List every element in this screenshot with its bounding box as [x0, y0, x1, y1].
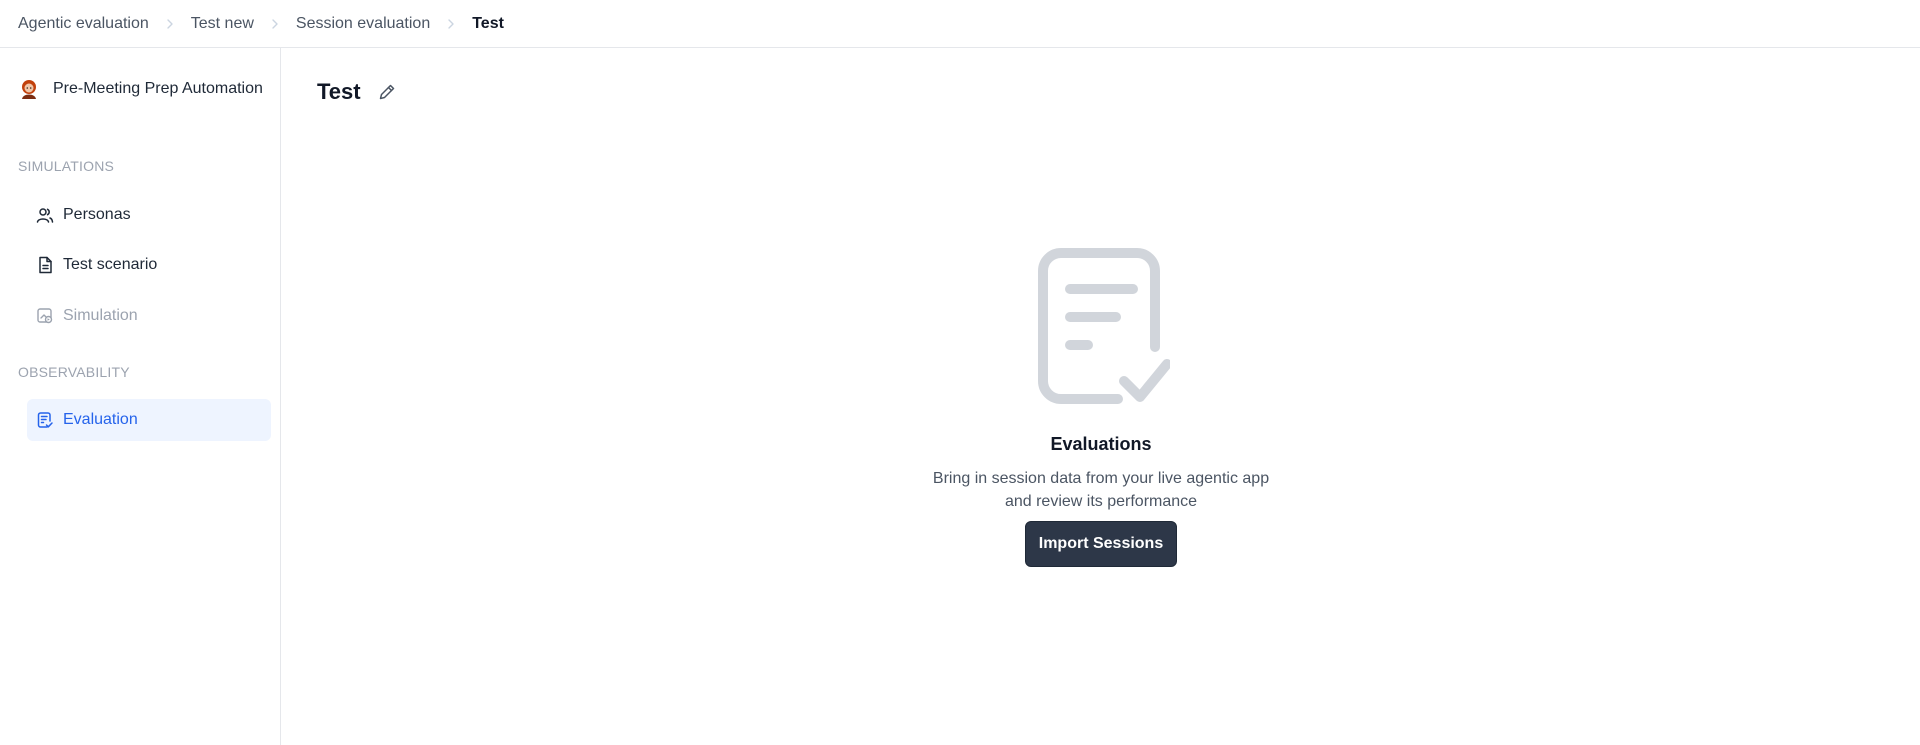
- sidebar-item-label: Evaluation: [63, 411, 138, 428]
- users-icon: [36, 206, 54, 224]
- section-label-observability: OBSERVABILITY: [18, 364, 130, 380]
- breadcrumb: Agentic evaluation Test new Session eval…: [0, 0, 1920, 48]
- sidebar-item-personas[interactable]: Personas: [27, 194, 271, 236]
- avatar: [18, 78, 40, 100]
- sidebar-item-label: Simulation: [63, 307, 138, 324]
- project-name: Pre-Meeting Prep Automation: [53, 80, 263, 97]
- evaluation-illustration-icon: [1036, 248, 1172, 404]
- import-sessions-button[interactable]: Import Sessions: [1025, 521, 1177, 567]
- sidebar-item-test-scenario[interactable]: Test scenario: [27, 244, 271, 286]
- page-title: Test: [317, 79, 361, 104]
- chevron-right-icon: [268, 17, 282, 31]
- sidebar: Pre-Meeting Prep Automation SIMULATIONS …: [0, 48, 281, 745]
- breadcrumb-item-agentic-evaluation[interactable]: Agentic evaluation: [18, 15, 149, 33]
- sidebar-item-label: Personas: [63, 206, 131, 223]
- breadcrumb-item-test-new[interactable]: Test new: [191, 15, 254, 33]
- evaluation-icon: [36, 411, 54, 429]
- chevron-right-icon: [444, 17, 458, 31]
- empty-state-title: Evaluations: [1050, 434, 1152, 454]
- sidebar-item-evaluation[interactable]: Evaluation: [27, 399, 271, 441]
- sidebar-item-label: Test scenario: [63, 256, 158, 273]
- document-icon: [36, 256, 54, 274]
- breadcrumb-current: Test: [472, 14, 504, 32]
- breadcrumb-item-session-evaluation[interactable]: Session evaluation: [296, 15, 430, 33]
- chevron-right-icon: [163, 17, 177, 31]
- pencil-icon[interactable]: [377, 82, 397, 102]
- empty-state: Evaluations Bring in session data from y…: [282, 248, 1920, 567]
- section-label-simulations: SIMULATIONS: [18, 158, 115, 174]
- project-header[interactable]: Pre-Meeting Prep Automation: [18, 77, 268, 100]
- main-content: Test Evaluations Bring in session data f…: [282, 48, 1920, 745]
- empty-state-description: Bring in session data from your live age…: [932, 470, 1270, 510]
- sidebar-item-simulation[interactable]: Simulation: [27, 295, 271, 337]
- simulation-icon: [36, 307, 54, 325]
- title-row: Test: [317, 79, 397, 105]
